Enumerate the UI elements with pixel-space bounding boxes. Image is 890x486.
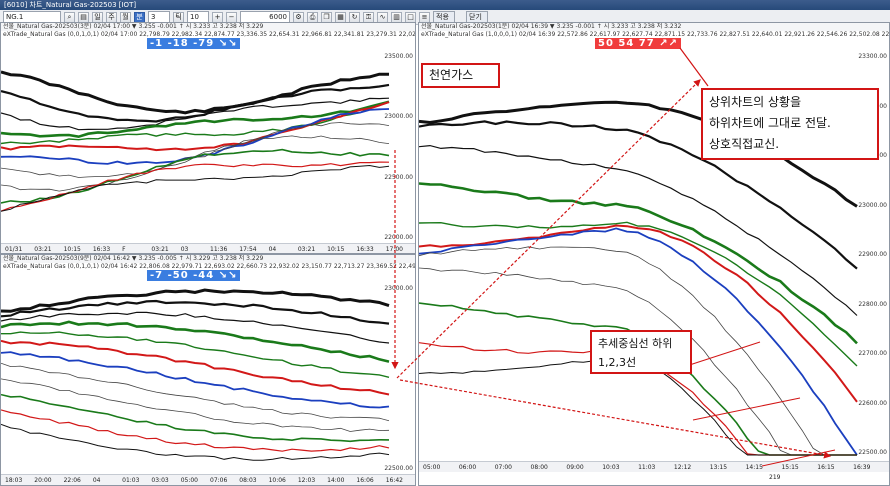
- arrow-to-bottom: [399, 379, 832, 459]
- arrow-to-badge: [679, 47, 709, 87]
- note-trend: 추세중심선 하위 1,2,3선: [590, 330, 692, 374]
- trend-line-3: [761, 449, 836, 467]
- trend-line-2: [692, 397, 801, 421]
- note-main: 상위차트의 상황을 하위차트에 그대로 전달. 상호직접교신.: [701, 88, 879, 160]
- label-natural-gas: 천연가스: [421, 63, 500, 88]
